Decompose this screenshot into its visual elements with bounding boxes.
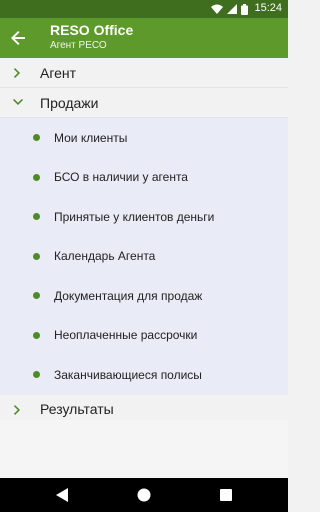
navigation-bar	[0, 478, 288, 512]
bullet-dot-icon	[33, 331, 40, 339]
app-subtitle: Агент РЕСО	[50, 40, 107, 51]
submenu-item-received-money[interactable]: Принятые у клиентов деньги	[0, 197, 288, 237]
empty-area	[0, 420, 288, 478]
circle-home-icon	[137, 488, 151, 502]
submenu-item-unpaid-installments[interactable]: Неоплаченные рассрочки	[0, 316, 288, 356]
menu-group-sales[interactable]: Продажи	[0, 88, 288, 118]
nav-back-button[interactable]	[53, 486, 71, 504]
submenu-item-label: Заканчивающиеся полисы	[54, 367, 202, 382]
arrow-back-icon	[11, 31, 25, 45]
sales-submenu: Мои клиенты БСО в наличии у агента Приня…	[0, 118, 288, 395]
menu-group-agent[interactable]: Агент	[0, 58, 288, 88]
status-time: 15:24	[254, 2, 282, 14]
submenu-item-label: БСО в наличии у агента	[54, 170, 188, 185]
bullet-dot-icon	[33, 371, 40, 379]
status-icons	[211, 3, 248, 15]
submenu-item-bso[interactable]: БСО в наличии у агента	[0, 158, 288, 198]
chevron-down-icon	[12, 97, 24, 109]
wifi-icon	[211, 4, 223, 14]
bullet-dot-icon	[33, 173, 40, 181]
nav-home-button[interactable]	[135, 486, 153, 504]
menu-group-label: Агент	[40, 64, 77, 81]
submenu-item-label: Принятые у клиентов деньги	[54, 209, 215, 224]
menu-group-label: Результаты	[40, 401, 114, 417]
bullet-dot-icon	[33, 292, 40, 300]
signal-icon	[227, 4, 237, 14]
nav-recents-button[interactable]	[217, 486, 235, 504]
chevron-right-icon	[12, 67, 24, 79]
square-recents-icon	[220, 489, 232, 501]
submenu-item-label: Документация для продаж	[54, 288, 203, 303]
submenu-item-my-clients[interactable]: Мои клиенты	[0, 118, 288, 158]
menu-group-label: Продажи	[40, 94, 99, 111]
status-bar: 15:24	[0, 0, 288, 18]
submenu-item-label: Мои клиенты	[54, 130, 128, 145]
triangle-back-icon	[56, 488, 68, 502]
submenu-item-expiring-policies[interactable]: Заканчивающиеся полисы	[0, 355, 288, 395]
bullet-dot-icon	[33, 213, 40, 221]
app-title: RESO Office	[50, 22, 134, 38]
submenu-item-agent-calendar[interactable]: Календарь Агента	[0, 237, 288, 277]
bullet-dot-icon	[33, 134, 40, 142]
menu-list: Агент Продажи Мои клиенты БСО в наличии …	[0, 58, 288, 425]
bullet-dot-icon	[33, 252, 40, 260]
battery-icon	[241, 3, 248, 15]
submenu-item-label: Календарь Агента	[54, 249, 156, 264]
back-button[interactable]	[6, 26, 30, 50]
chevron-right-icon	[12, 404, 24, 416]
app-bar: RESO Office Агент РЕСО	[0, 18, 288, 58]
submenu-item-label: Неоплаченные рассрочки	[54, 328, 198, 343]
submenu-item-sales-docs[interactable]: Документация для продаж	[0, 276, 288, 316]
